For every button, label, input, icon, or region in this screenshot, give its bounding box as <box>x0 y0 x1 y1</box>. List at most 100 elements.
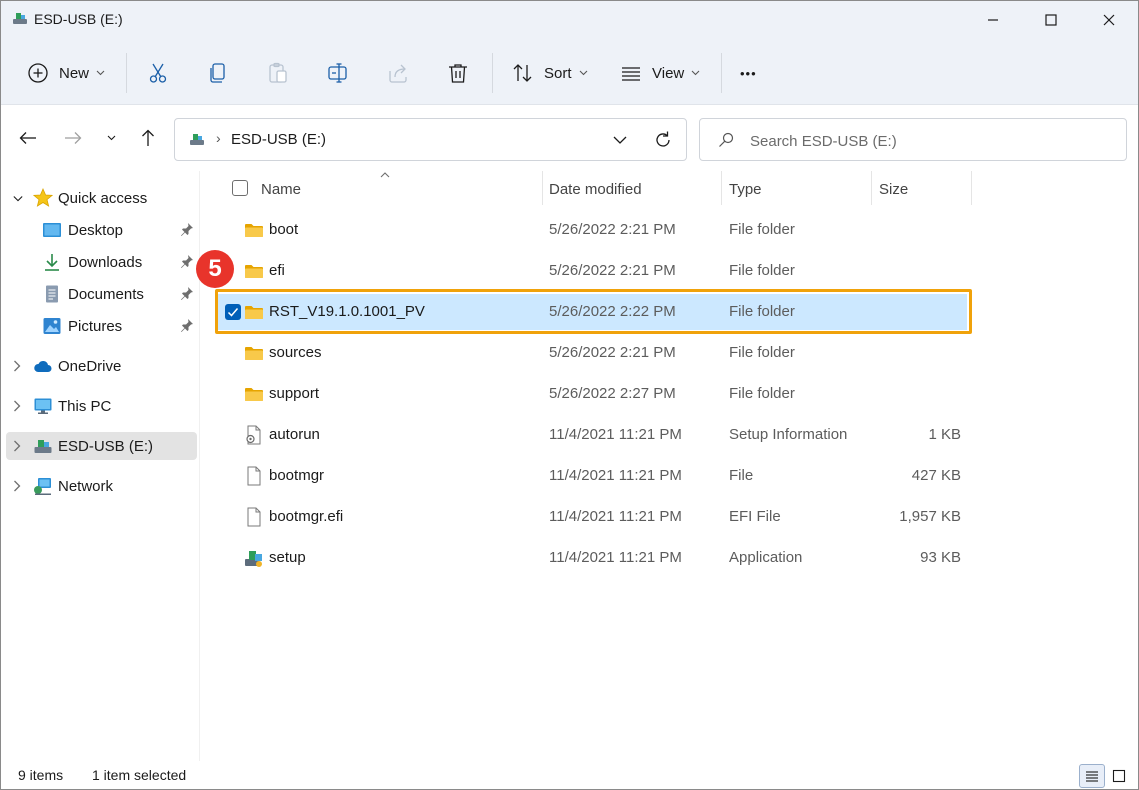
sidebar-item-downloads[interactable]: Downloads <box>6 248 197 276</box>
column-header-label: Name <box>261 181 302 198</box>
sidebar-item-network[interactable]: Network <box>6 472 197 500</box>
file-row-sources[interactable]: sources 5/26/2022 2:21 PM File folder <box>217 335 967 371</box>
sidebar-item-pictures[interactable]: Pictures <box>6 312 197 340</box>
sidebar-item-label: OneDrive <box>58 358 122 375</box>
more-options-button[interactable]: ••• <box>740 56 757 90</box>
refresh-icon[interactable] <box>653 130 673 150</box>
sidebar-item-onedrive[interactable]: OneDrive <box>6 352 197 380</box>
chevron-right-icon[interactable] <box>12 400 22 412</box>
tiles-view-icon <box>1112 769 1126 783</box>
file-date: 5/26/2022 2:27 PM <box>549 385 676 402</box>
pin-icon[interactable] <box>180 254 194 268</box>
status-bar: 9 items 1 item selected <box>1 761 1138 789</box>
file-type: File folder <box>729 385 795 402</box>
chevron-right-icon[interactable] <box>12 440 22 452</box>
details-view-button[interactable] <box>1079 764 1105 788</box>
copy-icon <box>210 63 225 83</box>
sidebar-item-quick-access[interactable]: Quick access <box>6 184 197 212</box>
file-date: 11/4/2021 11:21 PM <box>549 426 682 443</box>
column-header-label: Type <box>729 181 762 198</box>
chevron-down-icon <box>691 70 700 76</box>
back-button[interactable] <box>16 126 40 150</box>
file-list: Name Date modified Type Size boot 5/26/2… <box>200 171 1138 761</box>
new-button[interactable]: New <box>27 56 105 90</box>
file-type: Setup Information <box>729 426 848 443</box>
column-divider[interactable] <box>971 171 972 205</box>
chevron-down-icon[interactable] <box>13 193 23 205</box>
file-type: File folder <box>729 221 795 238</box>
file-name: efi <box>269 262 285 279</box>
file-row-boot[interactable]: boot 5/26/2022 2:21 PM File folder <box>217 212 967 248</box>
file-row-setup[interactable]: setup 11/4/2021 11:21 PM Application 93 … <box>217 540 967 576</box>
title-bar[interactable]: ESD-USB (E:) <box>1 1 1138 39</box>
sidebar-item-label: ESD-USB (E:) <box>58 438 154 455</box>
file-row-rst-v19[interactable]: RST_V19.1.0.1001_PV 5/26/2022 2:22 PM Fi… <box>217 294 967 330</box>
file-row-support[interactable]: support 5/26/2022 2:27 PM File folder <box>217 376 967 412</box>
recent-locations-button[interactable] <box>99 126 123 150</box>
breadcrumb-current[interactable]: ESD-USB (E:) <box>231 131 326 148</box>
sort-button[interactable]: Sort <box>512 56 588 90</box>
delete-button[interactable] <box>447 56 469 90</box>
scissors-icon <box>149 63 167 83</box>
search-input[interactable] <box>750 130 1110 152</box>
sidebar-item-this-pc[interactable]: This PC <box>6 392 197 420</box>
maximize-button[interactable] <box>1022 1 1080 39</box>
column-header-size[interactable]: Size <box>872 171 971 205</box>
sidebar-item-desktop[interactable]: Desktop <box>6 216 197 244</box>
usb-drive-icon <box>190 134 204 145</box>
address-bar[interactable]: › ESD-USB (E:) <box>174 118 687 161</box>
pin-icon[interactable] <box>180 222 194 236</box>
plus-circle-icon <box>28 63 48 83</box>
file-type: EFI File <box>729 508 781 525</box>
up-button[interactable] <box>136 126 160 150</box>
breadcrumb-separator[interactable]: › <box>216 130 221 146</box>
chevron-right-icon[interactable] <box>12 360 22 372</box>
star-icon <box>33 188 53 207</box>
file-icon <box>247 466 261 486</box>
file-date: 11/4/2021 11:21 PM <box>549 549 682 566</box>
sidebar-item-esd-usb[interactable]: ESD-USB (E:) <box>6 432 197 460</box>
more-options-label: ••• <box>740 65 757 81</box>
sidebar-item-label: Pictures <box>68 318 123 335</box>
file-type: File <box>729 467 754 484</box>
tiles-view-button[interactable] <box>1106 764 1132 788</box>
select-all-checkbox[interactable] <box>232 180 248 196</box>
item-count: 9 items <box>18 767 64 783</box>
step-number-badge: 5 <box>196 250 234 288</box>
pin-icon[interactable] <box>180 286 194 300</box>
sidebar-item-label: Desktop <box>68 222 124 239</box>
command-bar: New Sort View ••• <box>1 39 1138 105</box>
row-checkbox-checked[interactable] <box>225 304 241 320</box>
share-button[interactable] <box>387 56 409 90</box>
file-size: 93 KB <box>920 549 961 566</box>
pin-icon[interactable] <box>180 318 194 332</box>
search-box[interactable] <box>699 118 1127 161</box>
forward-button[interactable] <box>61 126 85 150</box>
column-header-type[interactable]: Type <box>722 171 871 205</box>
file-row-efi[interactable]: efi 5/26/2022 2:21 PM File folder <box>217 253 967 289</box>
new-button-label: New <box>59 64 90 82</box>
arrow-right-icon <box>65 132 82 144</box>
rename-button[interactable] <box>327 56 349 90</box>
folder-icon <box>245 265 263 278</box>
close-button[interactable] <box>1080 1 1138 39</box>
file-row-autorun[interactable]: autorun 11/4/2021 11:21 PM Setup Informa… <box>217 417 967 453</box>
share-icon <box>389 64 407 83</box>
column-header-name[interactable]: Name <box>252 171 542 205</box>
view-button[interactable]: View <box>620 56 700 90</box>
sidebar-item-documents[interactable]: Documents <box>6 280 197 308</box>
cut-button[interactable] <box>147 56 169 90</box>
folder-icon <box>245 224 263 237</box>
paste-button[interactable] <box>267 56 289 90</box>
file-row-bootmgr[interactable]: bootmgr 11/4/2021 11:21 PM File 427 KB <box>217 458 967 494</box>
chevron-right-icon[interactable] <box>12 480 22 492</box>
file-row-bootmgr-efi[interactable]: bootmgr.efi 11/4/2021 11:21 PM EFI File … <box>217 499 967 535</box>
selection-count: 1 item selected <box>92 767 187 783</box>
minimize-button[interactable] <box>964 1 1022 39</box>
copy-button[interactable] <box>207 56 229 90</box>
chevron-down-icon[interactable] <box>612 132 628 148</box>
document-icon <box>46 285 58 303</box>
column-header-date[interactable]: Date modified <box>543 171 721 205</box>
file-size: 427 KB <box>911 467 961 484</box>
checkmark-icon <box>227 308 239 317</box>
